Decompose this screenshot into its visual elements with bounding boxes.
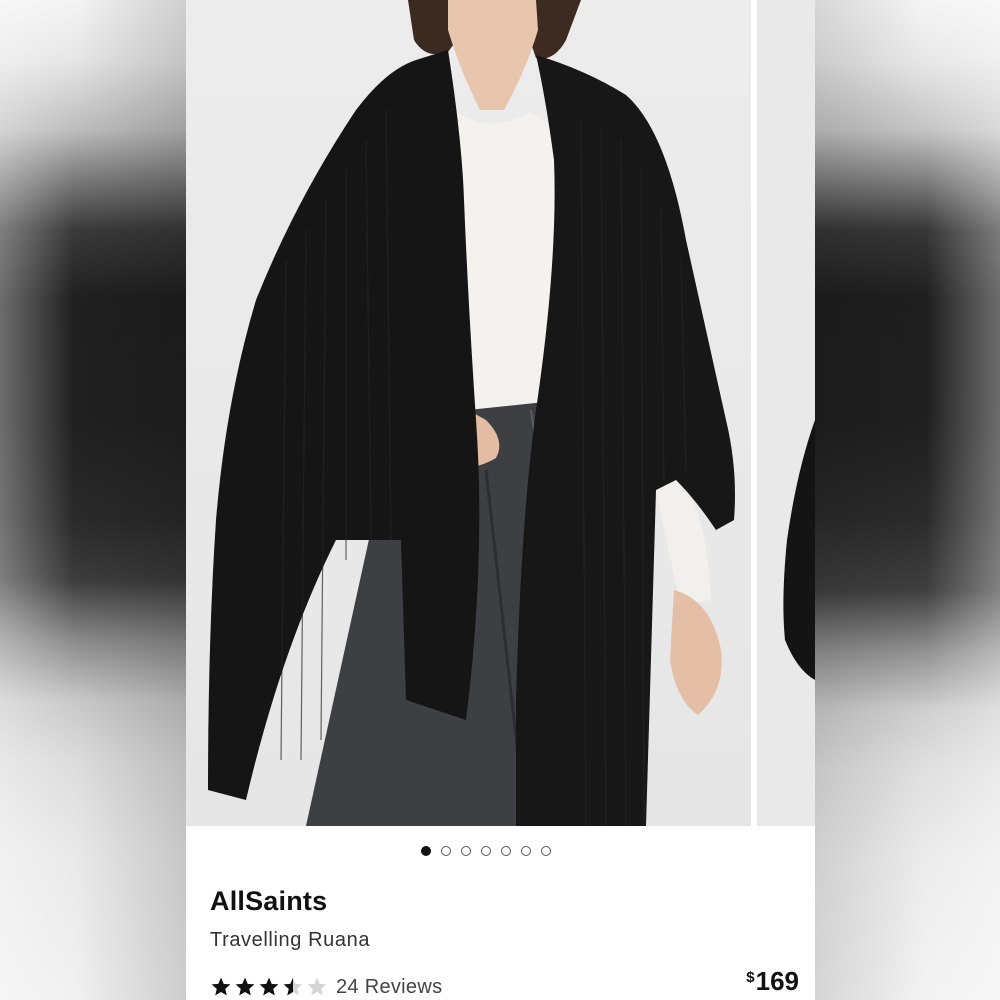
brand-name[interactable]: AllSaints [210, 886, 327, 917]
star-icon [259, 977, 279, 996]
star-icon [283, 977, 303, 996]
currency-symbol: $ [746, 969, 755, 986]
price-value: 169 [755, 966, 799, 996]
price: $169 [746, 966, 799, 997]
product-card[interactable]: AllSaints Travelling Ruana 24 Reviews $1… [186, 0, 815, 1000]
image-carousel[interactable] [186, 0, 815, 826]
carousel-dot[interactable] [480, 846, 491, 856]
product-photo [208, 0, 735, 826]
carousel-dot[interactable] [460, 846, 471, 856]
next-product-image[interactable] [757, 0, 815, 826]
carousel-dot[interactable] [520, 846, 531, 856]
blurred-background-right [815, 0, 1000, 1000]
star-icon [235, 977, 255, 996]
carousel-dot[interactable] [540, 846, 551, 856]
rating-row[interactable]: 24 Reviews [210, 972, 442, 1000]
next-product-photo [783, 420, 815, 680]
carousel-dot[interactable] [420, 846, 431, 856]
reviews-link[interactable]: 24 Reviews [336, 976, 442, 999]
carousel-pagination[interactable] [186, 846, 815, 862]
product-image[interactable] [186, 0, 751, 826]
carousel-dot[interactable] [500, 846, 511, 856]
star-icon [307, 977, 327, 996]
star-icon [211, 977, 231, 996]
star-rating [210, 976, 328, 998]
product-name[interactable]: Travelling Ruana [210, 929, 370, 952]
blurred-background-left [0, 0, 186, 1000]
carousel-dot[interactable] [440, 846, 451, 856]
